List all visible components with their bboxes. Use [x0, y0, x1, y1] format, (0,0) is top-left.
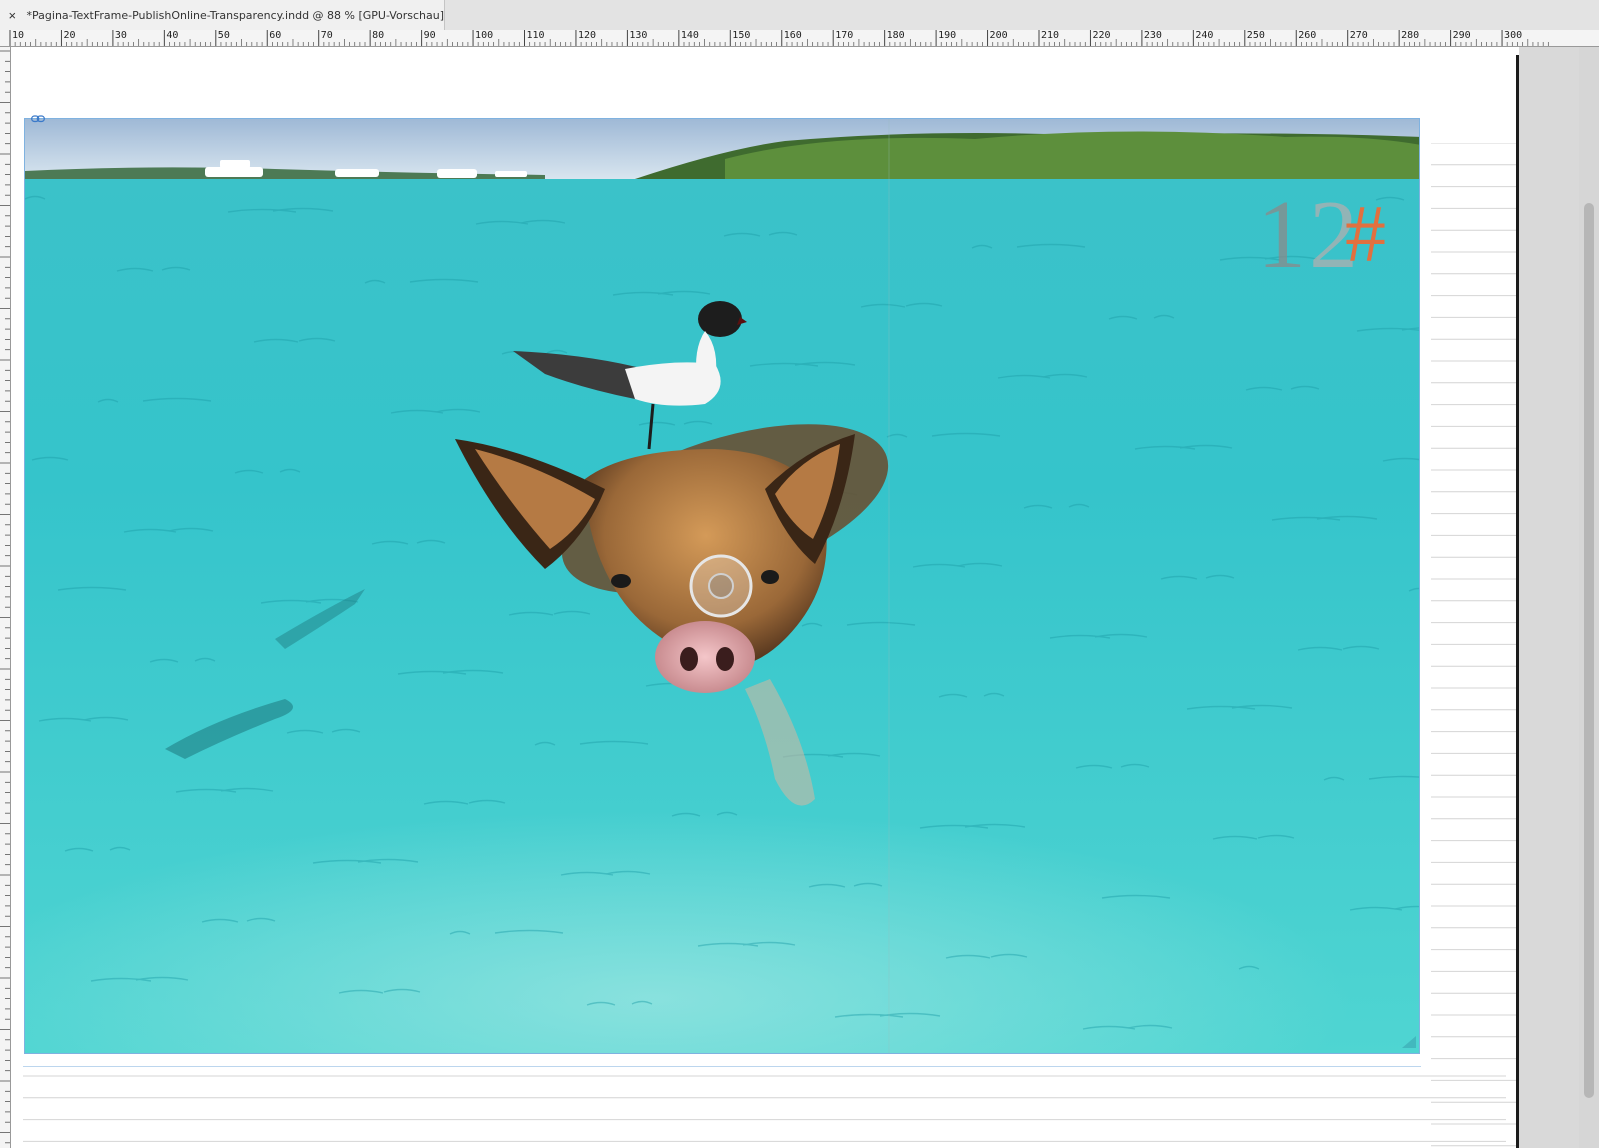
- frame-bleed-guide: [23, 1066, 1421, 1067]
- ruler-label: 210: [1041, 30, 1060, 41]
- svg-text:#: #: [1345, 188, 1386, 279]
- pasteboard-margin: [1519, 47, 1579, 1148]
- horizontal-ruler[interactable]: 10 20 30 40 50 60 70 80 90 100 110 120 130 140 150 160 1…: [0, 30, 1599, 47]
- ruler-label: 80: [372, 30, 385, 41]
- ruler-label: 190: [938, 30, 957, 41]
- ruler-label: 130: [629, 30, 648, 41]
- ruler-label: 180: [886, 30, 905, 41]
- ruler-label: 110: [526, 30, 545, 41]
- vertical-scrollbar[interactable]: [1584, 203, 1594, 1098]
- ruler-label: 260: [1298, 30, 1317, 41]
- ruler-label: 30: [114, 30, 127, 41]
- ruler-label: 250: [1246, 30, 1265, 41]
- vertical-ruler-ticks: [0, 50, 10, 1144]
- ruler-label: 240: [1195, 30, 1214, 41]
- ruler-label: 60: [269, 30, 282, 41]
- ruler-label: 300: [1504, 30, 1523, 41]
- ruler-label: 40: [166, 30, 179, 41]
- ruler-label: 120: [577, 30, 596, 41]
- bottom-baseline-grid: [23, 1075, 1506, 1142]
- ruler-label: 280: [1401, 30, 1420, 41]
- ruler-label: 50: [217, 30, 230, 41]
- donut-content-grabber-icon[interactable]: [688, 553, 754, 619]
- vertical-ruler[interactable]: [0, 47, 11, 1148]
- ruler-label: 160: [783, 30, 802, 41]
- baseline-grid: [1431, 143, 1525, 1147]
- frame-corner-handle-icon: [1402, 1036, 1416, 1048]
- svg-text:1: 1: [1257, 181, 1306, 289]
- page-number-text[interactable]: 1 2 #: [1257, 181, 1386, 289]
- ruler-label: 220: [1092, 30, 1111, 41]
- ruler-label: 170: [835, 30, 854, 41]
- document-tab-title: *Pagina-TextFrame-PublishOnline-Transpar…: [26, 8, 444, 22]
- ruler-label: 290: [1452, 30, 1471, 41]
- ruler-label: 70: [320, 30, 333, 41]
- ruler-label: 20: [63, 30, 76, 41]
- document-tab-bar: × *Pagina-TextFrame-PublishOnline-Transp…: [0, 0, 1599, 31]
- chain-link-icon[interactable]: [31, 115, 45, 123]
- ruler-label: 270: [1349, 30, 1368, 41]
- page-edge: [1516, 55, 1519, 1148]
- ruler-label: 140: [680, 30, 699, 41]
- ruler-label: 150: [732, 30, 751, 41]
- ruler-label: 10: [12, 30, 25, 41]
- ruler-label: 230: [1143, 30, 1162, 41]
- ruler-label: 100: [475, 30, 494, 41]
- ruler-label: 90: [423, 30, 436, 41]
- close-icon[interactable]: ×: [8, 8, 17, 23]
- ruler-label: 200: [989, 30, 1008, 41]
- document-tab[interactable]: × *Pagina-TextFrame-PublishOnline-Transp…: [0, 0, 445, 30]
